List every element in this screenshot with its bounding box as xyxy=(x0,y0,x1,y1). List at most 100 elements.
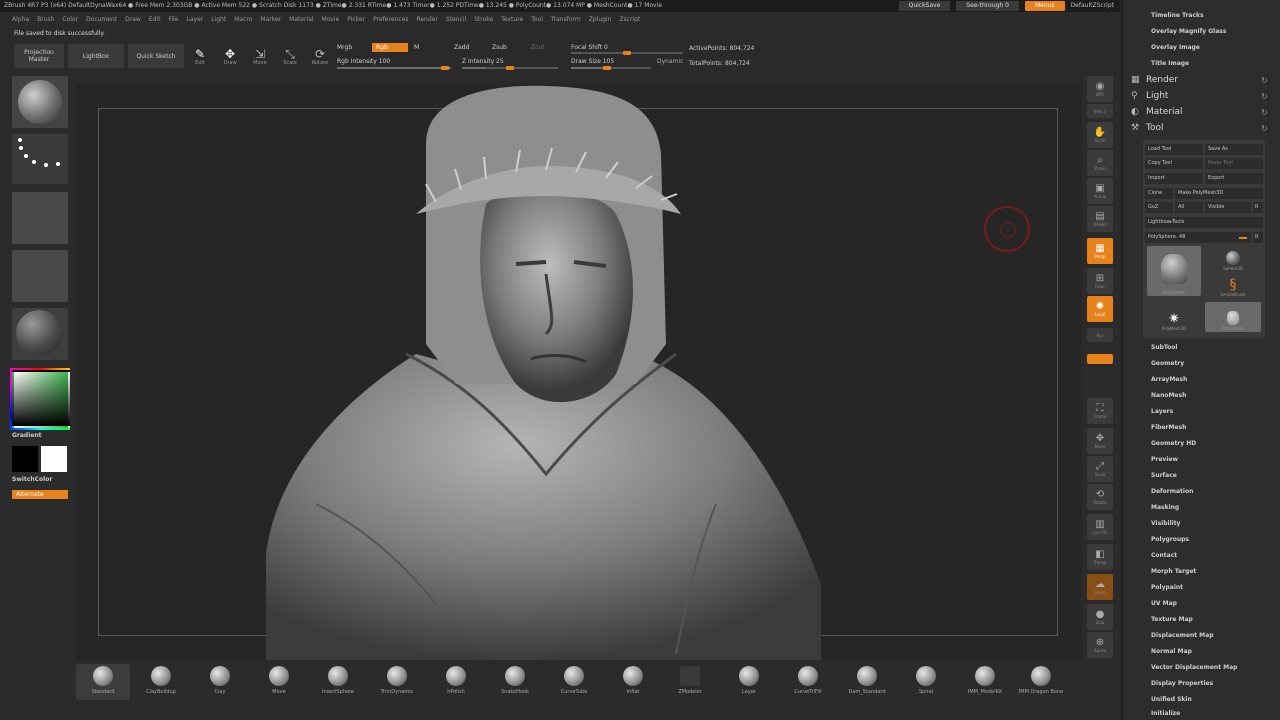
zadd-toggle[interactable]: Zadd xyxy=(454,44,469,51)
edit-mode-button[interactable]: ✎ Edit xyxy=(188,44,212,70)
fibermesh-section[interactable]: FiberMesh xyxy=(1151,424,1186,431)
material-thumbnail[interactable] xyxy=(12,308,68,360)
brush-snakehook[interactable]: SnakeHook xyxy=(488,664,542,700)
layers-section[interactable]: Layers xyxy=(1151,408,1173,415)
uv-map-section[interactable]: UV Map xyxy=(1151,600,1177,607)
tool-menu-header[interactable]: ⚒ Tool ↻ xyxy=(1131,123,1268,133)
default-zscript-label[interactable]: DefaultZScript xyxy=(1071,0,1114,12)
scale-mode-button[interactable]: ⤡ Scale xyxy=(278,44,302,70)
preview-section[interactable]: Preview xyxy=(1151,456,1178,463)
current-tool-thumbnail[interactable]: PolySphere xyxy=(1147,246,1201,296)
polypaint-section[interactable]: Polypaint xyxy=(1151,584,1183,591)
draw-size-knob[interactable] xyxy=(603,66,611,70)
material-menu-header[interactable]: ◐ Material ↻ xyxy=(1131,107,1268,117)
geometry-section[interactable]: Geometry xyxy=(1151,360,1184,367)
menu-zplugin[interactable]: Zplugin xyxy=(589,12,612,28)
brush-move[interactable]: Move xyxy=(252,664,306,700)
brush-spiral[interactable]: Spiral xyxy=(899,664,953,700)
render-menu-header[interactable]: ▦ Render ↻ xyxy=(1131,75,1268,85)
goz-visible-button[interactable]: Visible xyxy=(1205,202,1251,213)
menu-brush[interactable]: Brush xyxy=(37,12,54,28)
zoom-button[interactable]: ⌕ Zoom xyxy=(1087,150,1113,176)
solo-button[interactable]: ● Solo xyxy=(1087,604,1113,630)
menu-file[interactable]: File xyxy=(168,12,178,28)
draw-size-label[interactable]: Draw Size 105 xyxy=(571,58,614,65)
menus-toggle[interactable]: Menus xyxy=(1024,1,1065,11)
ghost-button[interactable]: ☁ Ghost xyxy=(1087,574,1113,600)
dynamic-toggle[interactable]: Dynamic xyxy=(657,58,683,65)
gradient-label[interactable]: Gradient xyxy=(12,432,42,439)
rgb-intensity-label[interactable]: Rgb Intensity 100 xyxy=(337,58,390,65)
normal-map-section[interactable]: Normal Map xyxy=(1151,648,1192,655)
rgb-intensity-slider[interactable] xyxy=(337,66,451,70)
menu-document[interactable]: Document xyxy=(86,12,117,28)
move-view-button[interactable]: ✥ Move xyxy=(1087,428,1113,454)
spix-button[interactable]: SPix 3 xyxy=(1087,104,1113,118)
z-intensity-label[interactable]: Z Intensity 25 xyxy=(462,58,504,65)
xyz-button[interactable]: Xyz xyxy=(1087,328,1113,342)
brush-layer[interactable]: Layer xyxy=(722,664,776,700)
bpr-button[interactable]: ◉ BPR xyxy=(1087,76,1113,102)
menu-macro[interactable]: Macro xyxy=(234,12,252,28)
menu-texture[interactable]: Texture xyxy=(501,12,523,28)
floor-button[interactable]: ⊞ Floor xyxy=(1087,268,1113,294)
paste-tool-button[interactable]: Paste Tool xyxy=(1205,158,1263,169)
goz-r-button[interactable]: R xyxy=(1253,202,1263,213)
timeline-tracks-item[interactable]: Timeline Tracks xyxy=(1151,12,1204,19)
see-through-slider[interactable]: See-through 0 xyxy=(956,1,1019,11)
brush-hpolish[interactable]: hPolish xyxy=(429,664,483,700)
actual-button[interactable]: ▣ Actual xyxy=(1087,178,1113,204)
menu-alpha[interactable]: Alpha xyxy=(12,12,29,28)
contact-section[interactable]: Contact xyxy=(1151,552,1177,559)
rgb-toggle[interactable]: Rgb xyxy=(372,43,408,52)
light-menu-header[interactable]: ⚲ Light ↻ xyxy=(1131,91,1268,101)
copy-tool-button[interactable]: Copy Tool xyxy=(1145,158,1203,169)
menu-transform[interactable]: Transform xyxy=(551,12,581,28)
geometry-hd-section[interactable]: Geometry HD xyxy=(1151,440,1196,447)
goz-button[interactable]: GoZ xyxy=(1145,202,1173,213)
focal-shift-slider[interactable] xyxy=(571,51,683,55)
zcut-toggle[interactable]: Zcut xyxy=(531,44,545,51)
polysphere-tool[interactable]: PolySphere xyxy=(1205,302,1261,332)
xyz-active-indicator[interactable] xyxy=(1087,354,1113,364)
quick-sketch-button[interactable]: Quick Sketch xyxy=(128,44,184,68)
menu-marker[interactable]: Marker xyxy=(260,12,281,28)
brush-curvetrifill[interactable]: CurveTriFill xyxy=(781,664,835,700)
initialize-section[interactable]: Initialize xyxy=(1151,710,1180,717)
overlay-magnify-glass-item[interactable]: Overlay Magnify Glass xyxy=(1151,28,1226,35)
polygroups-section[interactable]: Polygroups xyxy=(1151,536,1189,543)
menu-color[interactable]: Color xyxy=(62,12,78,28)
transp-button[interactable]: ◧ Transp xyxy=(1087,544,1113,570)
texture-thumbnail[interactable] xyxy=(12,250,68,302)
focal-shift-knob[interactable] xyxy=(623,51,631,55)
menu-stroke[interactable]: Stroke xyxy=(474,12,493,28)
clone-button[interactable]: Clone xyxy=(1145,188,1173,199)
brush-dam-standard[interactable]: Dam_Standard xyxy=(840,664,894,700)
save-as-button[interactable]: Save As xyxy=(1205,144,1263,155)
scroll-button[interactable]: ✋ Scroll xyxy=(1087,122,1113,148)
title-image-item[interactable]: Title Image xyxy=(1151,60,1189,67)
alternate-button[interactable]: Alternate xyxy=(12,490,68,499)
menu-stencil[interactable]: Stencil xyxy=(446,12,466,28)
rotate-mode-button[interactable]: ⟳ Rotate xyxy=(308,44,332,70)
polymesh3d-tool[interactable]: ✷ PolyMesh3D xyxy=(1147,302,1201,332)
local-button[interactable]: ✺ Local xyxy=(1087,296,1113,322)
zsub-toggle[interactable]: Zsub xyxy=(492,44,507,51)
frame-button[interactable]: ⛶ Frame xyxy=(1087,398,1113,424)
menu-tool[interactable]: Tool xyxy=(531,12,543,28)
focal-shift-label[interactable]: Focal Shift 0 xyxy=(571,44,608,51)
rgb-intensity-knob[interactable] xyxy=(441,66,449,70)
load-tool-button[interactable]: Load Tool xyxy=(1145,144,1203,155)
make-polymesh-button[interactable]: Make PolyMesh3D xyxy=(1175,188,1263,199)
brush-standard[interactable]: Standard xyxy=(76,664,130,700)
menu-layer[interactable]: Layer xyxy=(187,12,204,28)
mrgb-toggle[interactable]: Mrgb xyxy=(337,44,352,51)
brush-clay[interactable]: Clay xyxy=(193,664,247,700)
import-button[interactable]: Import xyxy=(1145,173,1203,184)
simplebrush-tool[interactable]: § SimpleBrush xyxy=(1205,272,1261,298)
menu-material[interactable]: Material xyxy=(289,12,313,28)
z-intensity-slider[interactable] xyxy=(462,66,558,70)
rotate-view-button[interactable]: ⟲ Rotate xyxy=(1087,484,1113,510)
switch-color-button[interactable]: SwitchColor xyxy=(12,476,52,483)
brush-inflat[interactable]: Inflat xyxy=(606,664,660,700)
